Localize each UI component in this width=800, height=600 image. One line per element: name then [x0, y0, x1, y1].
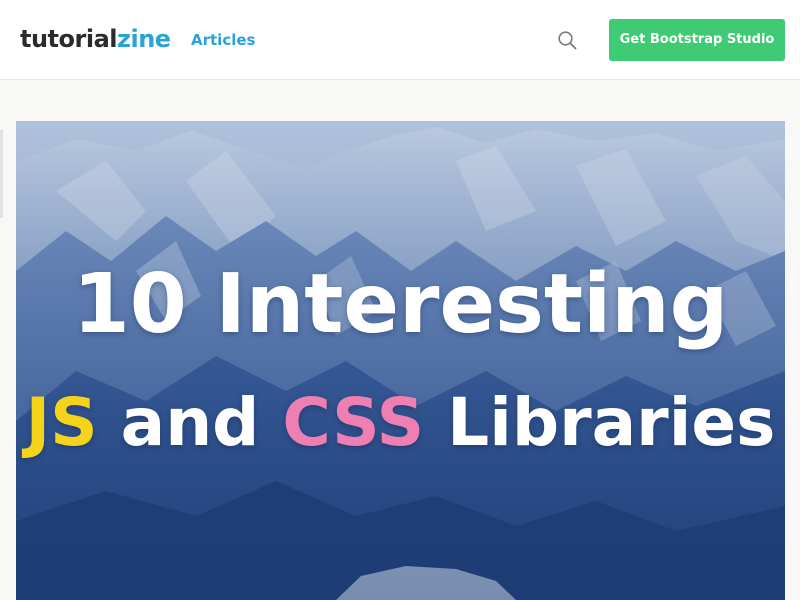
hero-word-css: CSS	[282, 384, 425, 461]
logo-text-accent: zine	[117, 25, 171, 53]
get-bootstrap-studio-button[interactable]: Get Bootstrap Studio	[609, 19, 785, 61]
site-header: tutorialzine Articles Get Bootstrap Stud…	[0, 0, 800, 80]
site-logo[interactable]: tutorialzine	[20, 25, 171, 53]
search-icon[interactable]	[557, 30, 577, 50]
side-edge-tab	[0, 130, 3, 218]
hero-mountain-image	[16, 121, 785, 600]
hero-banner[interactable]: 10 Interesting JS and CSS Libraries	[16, 121, 785, 600]
hero-title-line-2: JS and CSS Libraries	[16, 383, 785, 463]
hero-title-line-1: 10 Interesting	[72, 257, 729, 352]
hero-word-libraries: Libraries	[447, 384, 776, 461]
logo-text-primary: tutorial	[20, 25, 118, 53]
nav-link-articles[interactable]: Articles	[191, 30, 255, 50]
hero-word-js: JS	[25, 384, 98, 461]
hero-word-and: and	[120, 384, 260, 461]
